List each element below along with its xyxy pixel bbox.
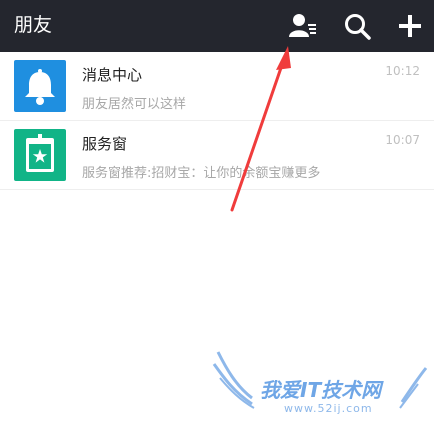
top-navigation-bar: 朋友 [0,0,434,52]
bell-icon [14,60,66,112]
contacts-icon[interactable] [289,12,317,40]
watermark-text: 我爱IT技术网 [260,378,382,402]
search-icon[interactable] [343,12,371,40]
watermark: 我爱IT技术网 www.52ij.com [212,348,430,420]
service-window-icon [14,129,66,181]
watermark-url: www.52ij.com [284,402,373,415]
conversation-preview: 朋友居然可以这样 [82,97,187,112]
conversation-time: 10:12 [385,64,420,78]
conversation-preview: 服务窗推荐:招财宝：让你的余额宝赚更多 [82,166,321,181]
page-title: 朋友 [14,14,53,36]
conversation-name: 消息中心 [82,66,143,84]
conversation-time: 10:07 [385,133,420,147]
conversation-item-message-center[interactable]: 消息中心 朋友居然可以这样 10:12 [0,52,434,121]
conversation-name: 服务窗 [82,135,128,153]
conversation-item-service-window[interactable]: 服务窗 服务窗推荐:招财宝：让你的余额宝赚更多 10:07 [0,121,434,190]
plus-icon[interactable] [396,12,424,40]
